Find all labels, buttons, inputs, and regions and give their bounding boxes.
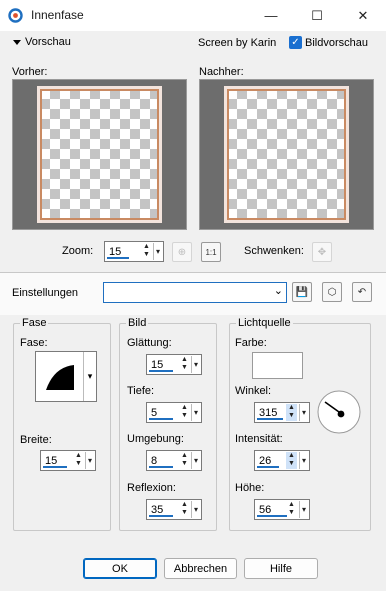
minimize-icon: — — [264, 8, 278, 23]
dropdown-arrow-icon[interactable]: ▾ — [299, 501, 308, 518]
maximize-button[interactable]: ☐ — [294, 0, 340, 31]
pan-button[interactable]: ✥ — [312, 242, 332, 262]
breite-stepper[interactable]: 15 ▲ ▼ ▾ — [40, 450, 96, 471]
before-preview[interactable] — [12, 79, 187, 230]
dropdown-arrow-icon[interactable]: ▾ — [191, 356, 200, 373]
zoom-fit-icon: ⊕ — [177, 246, 187, 258]
tiefe-stepper[interactable]: 5 ▲ ▼ ▾ — [146, 402, 202, 423]
minimize-button[interactable]: — — [248, 0, 294, 31]
reflexion-label: Reflexion: — [127, 482, 176, 494]
after-preview[interactable] — [199, 79, 374, 230]
settings-label: Einstellungen — [12, 287, 79, 299]
tiefe-label: Tiefe: — [127, 385, 155, 397]
dropdown-arrow-icon[interactable]: ▾ — [85, 452, 94, 469]
spin-arrows-icon[interactable]: ▲ ▼ — [286, 404, 297, 421]
cancel-button[interactable]: Abbrechen — [164, 558, 237, 579]
winkel-label: Winkel: — [235, 385, 272, 397]
pan-label: Schwenken: — [244, 245, 304, 257]
spin-arrows-icon[interactable]: ▲ ▼ — [141, 243, 152, 260]
zoom-label: Zoom: — [62, 245, 94, 257]
hoehe-stepper[interactable]: 56 ▲ ▼ ▾ — [254, 499, 310, 520]
help-button[interactable]: Hilfe — [244, 558, 318, 579]
dropdown-arrow-icon[interactable]: ▾ — [299, 404, 308, 421]
credit-text: Screen by Karin — [198, 37, 277, 49]
bild-group-title: Bild — [126, 317, 149, 329]
spin-arrows-icon[interactable]: ▲ ▼ — [179, 356, 190, 373]
preview-toggle[interactable]: Vorschau — [13, 36, 71, 48]
dropdown-arrow-icon[interactable]: ▾ — [153, 243, 162, 260]
spin-arrows-icon[interactable]: ▲ ▼ — [286, 452, 297, 469]
color-swatch[interactable] — [252, 352, 303, 379]
reset-icon: ↶ — [357, 286, 367, 298]
spin-arrows-icon[interactable]: ▲ ▼ — [179, 404, 190, 421]
dropdown-arrow-icon[interactable]: ▾ — [83, 352, 96, 401]
bild-preview-label: Bildvorschau — [305, 37, 368, 49]
glaettung-stepper[interactable]: 15 ▲ ▼ ▾ — [146, 354, 202, 375]
move-icon: ✥ — [317, 246, 327, 258]
lichtquelle-group-title: Lichtquelle — [236, 317, 293, 329]
hoehe-label: Höhe: — [235, 482, 265, 494]
bevel-shape-icon — [46, 365, 74, 390]
chevron-down-icon — [13, 39, 21, 45]
farbe-label: Farbe: — [235, 337, 267, 349]
after-preview-image — [224, 86, 349, 223]
spin-arrows-icon[interactable]: ▲ ▼ — [286, 501, 297, 518]
chevron-down-icon: ⌄ — [273, 285, 283, 297]
fase-label: Fase: — [20, 337, 48, 349]
spin-arrows-icon[interactable]: ▲ ▼ — [179, 501, 190, 518]
cube-icon: ⬡ — [327, 286, 337, 298]
actual-size-icon: 1:1 — [205, 247, 217, 257]
winkel-stepper[interactable]: 315 ▲ ▼ ▾ — [254, 402, 310, 423]
zoom-actual-size-button[interactable]: 1:1 — [201, 242, 221, 262]
after-label: Nachher: — [199, 66, 244, 78]
window-title: Innenfase — [31, 8, 84, 22]
umgebung-stepper[interactable]: 8 ▲ ▼ ▾ — [146, 450, 202, 471]
reflexion-stepper[interactable]: 35 ▲ ▼ ▾ — [146, 499, 202, 520]
app-icon — [8, 8, 23, 23]
dropdown-arrow-icon[interactable]: ▾ — [191, 452, 200, 469]
dropdown-arrow-icon[interactable]: ▾ — [191, 501, 200, 518]
breite-label: Breite: — [20, 434, 52, 446]
umgebung-label: Umgebung: — [127, 433, 184, 445]
intensitaet-label: Intensität: — [235, 433, 283, 445]
ok-button[interactable]: OK — [83, 558, 157, 579]
dropdown-arrow-icon[interactable]: ▾ — [299, 452, 308, 469]
spin-arrows-icon[interactable]: ▲ ▼ — [73, 452, 84, 469]
save-icon: 💾 — [295, 286, 309, 298]
maximize-icon: ☐ — [311, 7, 323, 23]
preview-toggle-label: Vorschau — [25, 36, 71, 48]
fase-shape-picker[interactable]: ▾ — [35, 351, 97, 402]
reset-button[interactable]: ↶ — [352, 282, 372, 302]
save-preset-button[interactable]: 💾 — [292, 282, 312, 302]
spin-arrows-icon[interactable]: ▲ ▼ — [179, 452, 190, 469]
load-preset-button[interactable]: ⬡ — [322, 282, 342, 302]
zoom-stepper[interactable]: 15 ▲ ▼ ▾ — [104, 241, 164, 262]
close-icon: ✕ — [357, 7, 369, 23]
zoom-fit-button[interactable]: ⊕ — [172, 242, 192, 262]
preset-combobox[interactable]: ⌄ — [103, 282, 287, 303]
before-label: Vorher: — [12, 66, 48, 78]
intensitaet-stepper[interactable]: 26 ▲ ▼ ▾ — [254, 450, 310, 471]
bild-preview-checkbox[interactable]: ✓ — [289, 36, 302, 49]
close-button[interactable]: ✕ — [340, 0, 386, 31]
before-preview-image — [37, 86, 162, 223]
fase-group-title: Fase — [20, 317, 49, 329]
glaettung-label: Glättung: — [127, 337, 172, 349]
dropdown-arrow-icon[interactable]: ▾ — [191, 404, 200, 421]
angle-dial[interactable] — [316, 389, 362, 435]
